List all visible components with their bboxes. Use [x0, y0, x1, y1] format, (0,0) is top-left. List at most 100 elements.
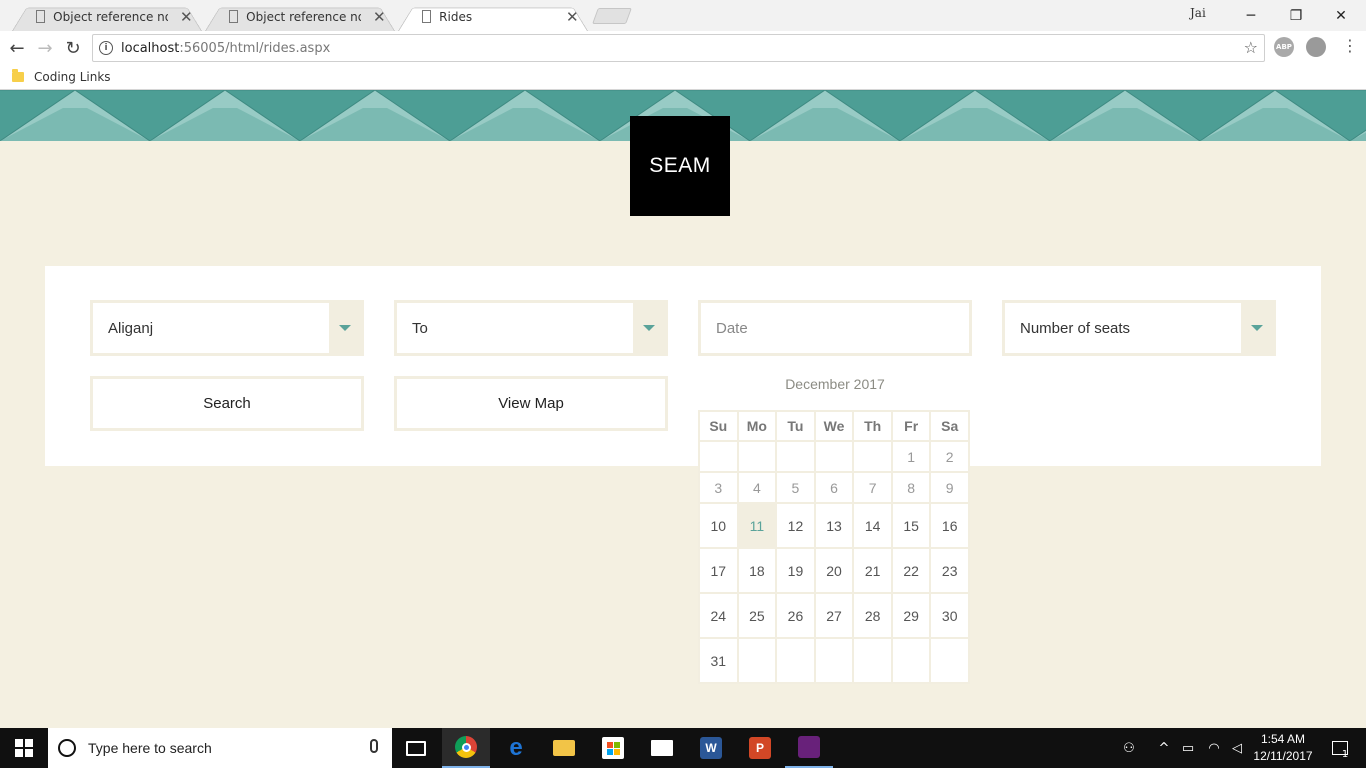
- forward-button[interactable]: →: [32, 35, 58, 61]
- powerpoint-taskbar-button[interactable]: P: [736, 728, 784, 768]
- tab-title: Object reference not set t: [53, 9, 168, 24]
- clock-date: 12/11/2017: [1253, 749, 1313, 763]
- tab-rides[interactable]: Rides ✕: [398, 2, 588, 31]
- calendar-day-23[interactable]: 23: [931, 549, 968, 592]
- calendar-empty-cell: [854, 639, 891, 682]
- tab-title: Rides: [439, 9, 473, 24]
- adblock-extension-icon[interactable]: ABP: [1274, 37, 1294, 57]
- calendar-day-3[interactable]: 3: [700, 473, 737, 502]
- visual-studio-taskbar-button[interactable]: [785, 728, 833, 768]
- calendar-day-17[interactable]: 17: [700, 549, 737, 592]
- tab-close-icon[interactable]: ✕: [373, 8, 386, 26]
- calendar-week-row: 24 25 26 27 28 29 30: [700, 594, 968, 637]
- calendar-day-28[interactable]: 28: [854, 594, 891, 637]
- calendar-day-7[interactable]: 7: [854, 473, 891, 502]
- calendar-day-9[interactable]: 9: [931, 473, 968, 502]
- mail-icon: [651, 740, 673, 756]
- calendar-week-row: 17 18 19 20 21 22 23: [700, 549, 968, 592]
- volume-icon[interactable]: ◁: [1226, 728, 1248, 768]
- calendar-day-6[interactable]: 6: [815, 473, 853, 502]
- minimize-button[interactable]: ─: [1228, 0, 1274, 31]
- tab-close-icon[interactable]: ✕: [566, 8, 579, 26]
- bookmark-star-icon[interactable]: ☆: [1244, 38, 1258, 57]
- seats-select[interactable]: Number of seats: [1002, 300, 1276, 356]
- extension-icon[interactable]: [1306, 37, 1326, 57]
- chevron-up-icon[interactable]: ^: [1154, 728, 1174, 768]
- microphone-icon[interactable]: [370, 739, 378, 753]
- task-view-button[interactable]: [392, 728, 440, 768]
- dropdown-arrow-icon[interactable]: [633, 303, 665, 353]
- battery-icon[interactable]: ▭: [1178, 728, 1198, 768]
- store-taskbar-button[interactable]: [589, 728, 637, 768]
- browser-menu-icon[interactable]: ⋮: [1342, 36, 1358, 55]
- info-icon[interactable]: i: [99, 41, 113, 55]
- calendar-day-24[interactable]: 24: [700, 594, 737, 637]
- chrome-taskbar-button[interactable]: [442, 728, 490, 768]
- weekday-header: Sa: [931, 412, 968, 440]
- word-taskbar-button[interactable]: W: [687, 728, 735, 768]
- calendar-day-30[interactable]: 30: [931, 594, 968, 637]
- calendar-day-20[interactable]: 20: [815, 549, 853, 592]
- address-bar[interactable]: i localhost:56005/html/rides.aspx ☆: [92, 34, 1265, 62]
- mail-taskbar-button[interactable]: [638, 728, 686, 768]
- profile-button[interactable]: Jai: [1190, 6, 1206, 20]
- new-tab-button[interactable]: [592, 8, 632, 24]
- calendar-day-13[interactable]: 13: [815, 504, 853, 547]
- taskbar-search-box[interactable]: Type here to search: [48, 728, 392, 768]
- system-clock[interactable]: 1:54 AM 12/11/2017: [1250, 731, 1316, 765]
- document-icon: [422, 10, 432, 23]
- notifications-button[interactable]: 1: [1320, 728, 1360, 768]
- search-button[interactable]: Search: [90, 376, 364, 431]
- dropdown-arrow-icon[interactable]: [1241, 303, 1273, 353]
- calendar-day-10[interactable]: 10: [700, 504, 737, 547]
- edge-icon: e: [509, 734, 523, 761]
- calendar-day-31[interactable]: 31: [700, 639, 737, 682]
- calendar-day-25[interactable]: 25: [738, 594, 776, 637]
- start-button[interactable]: [0, 728, 48, 768]
- task-view-icon: [406, 740, 426, 756]
- calendar-day-2[interactable]: 2: [931, 442, 968, 471]
- calendar-week-row: 10 11 12 13 14 15 16: [700, 504, 968, 547]
- calendar-day-22[interactable]: 22: [892, 549, 930, 592]
- calendar-day-11[interactable]: 11: [738, 504, 776, 547]
- url-host: localhost: [121, 40, 180, 56]
- edge-taskbar-button[interactable]: e: [492, 728, 540, 768]
- people-icon[interactable]: ⚇: [1116, 728, 1142, 768]
- calendar-day-19[interactable]: 19: [777, 549, 814, 592]
- bookmark-coding-links[interactable]: Coding Links: [34, 70, 111, 84]
- dropdown-arrow-icon[interactable]: [329, 303, 361, 353]
- calendar-day-4[interactable]: 4: [738, 473, 776, 502]
- calendar-day-18[interactable]: 18: [738, 549, 776, 592]
- seats-placeholder: Number of seats: [1020, 319, 1131, 337]
- calendar-day-1[interactable]: 1: [892, 442, 930, 471]
- date-input[interactable]: Date: [698, 300, 972, 356]
- wifi-icon[interactable]: ◠: [1202, 728, 1226, 768]
- tab-object-reference-1[interactable]: Object reference not set t ✕: [12, 2, 202, 31]
- back-button[interactable]: ←: [4, 35, 30, 61]
- url-path: :56005/html/rides.aspx: [179, 40, 331, 56]
- calendar-empty-cell: [892, 639, 930, 682]
- cortana-icon: [58, 739, 76, 757]
- tab-title: Object reference not set t: [246, 9, 361, 24]
- from-select[interactable]: Aliganj: [90, 300, 364, 356]
- view-map-button[interactable]: View Map: [394, 376, 668, 431]
- calendar-day-15[interactable]: 15: [892, 504, 930, 547]
- to-select[interactable]: To: [394, 300, 668, 356]
- calendar-day-21[interactable]: 21: [854, 549, 891, 592]
- close-window-button[interactable]: ✕: [1318, 0, 1364, 31]
- logo[interactable]: SEAM: [630, 116, 730, 216]
- calendar-day-16[interactable]: 16: [931, 504, 968, 547]
- calendar-day-12[interactable]: 12: [777, 504, 814, 547]
- calendar-day-14[interactable]: 14: [854, 504, 891, 547]
- reload-button[interactable]: ↻: [60, 35, 86, 61]
- file-explorer-taskbar-button[interactable]: [540, 728, 588, 768]
- document-icon: [229, 10, 239, 23]
- calendar-day-5[interactable]: 5: [777, 473, 814, 502]
- calendar-day-29[interactable]: 29: [892, 594, 930, 637]
- tab-close-icon[interactable]: ✕: [180, 8, 193, 26]
- calendar-day-8[interactable]: 8: [892, 473, 930, 502]
- calendar-day-27[interactable]: 27: [815, 594, 853, 637]
- maximize-button[interactable]: ❐: [1273, 0, 1319, 31]
- tab-object-reference-2[interactable]: Object reference not set t ✕: [205, 2, 395, 31]
- calendar-day-26[interactable]: 26: [777, 594, 814, 637]
